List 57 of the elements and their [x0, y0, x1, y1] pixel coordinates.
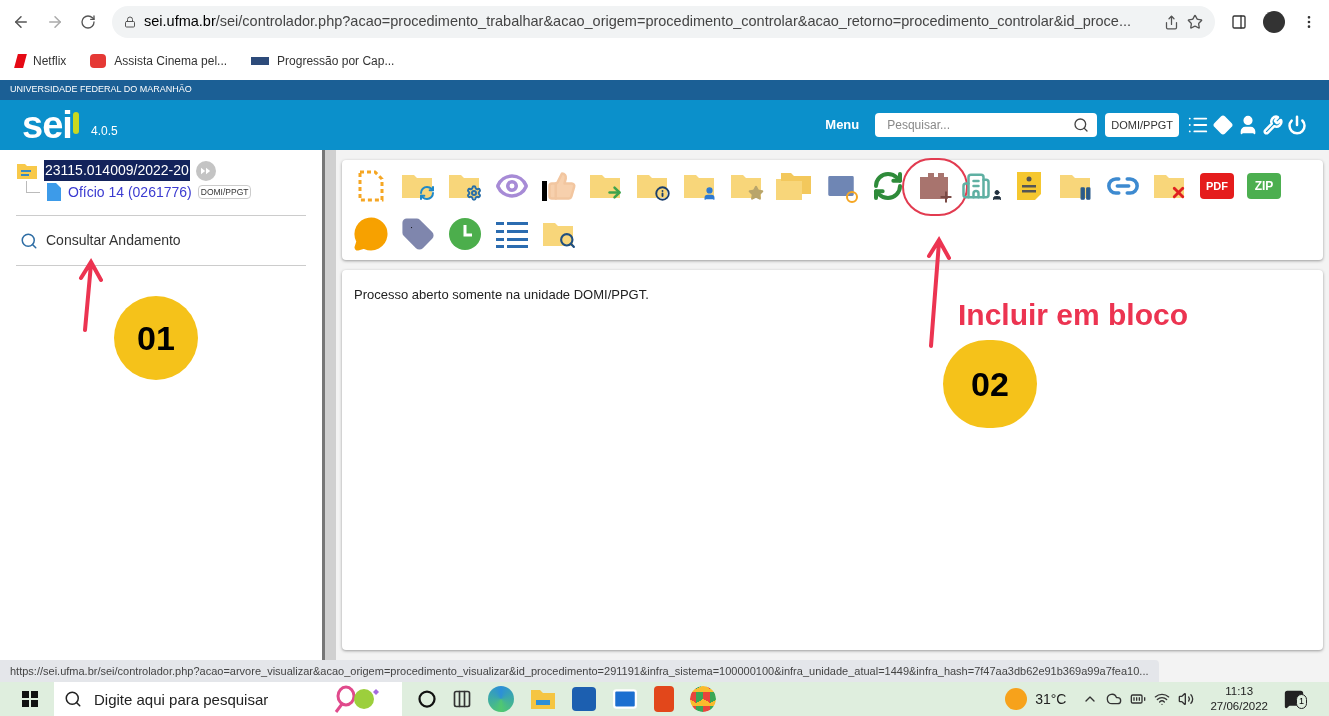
lock-icon	[124, 16, 136, 28]
menu-link[interactable]: Menu	[825, 115, 860, 135]
reload-icon[interactable]	[80, 14, 96, 30]
notification-button[interactable]: 1	[1284, 689, 1307, 709]
file-explorer-icon[interactable]	[530, 688, 556, 710]
side-panel-icon[interactable]	[1231, 14, 1247, 30]
back-icon[interactable]	[12, 13, 30, 31]
process-number[interactable]: 23115.014009/2022-20	[44, 160, 190, 181]
clock-icon[interactable]	[448, 217, 482, 251]
history-link[interactable]: Consultar Andamento	[46, 230, 181, 251]
bookmark-star-icon[interactable]	[1187, 14, 1203, 30]
url-text: sei.ufma.br/sei/controlador.php?acao=procedimento_trabalhar&acao_origem=procedimento_controlar&acao_retorno=procedimento_controlar&id_proce...	[144, 12, 1132, 32]
folder-icon	[16, 161, 38, 180]
share-icon[interactable]	[1164, 14, 1179, 30]
document-link[interactable]: Ofício 14 (0261776)	[68, 181, 192, 203]
address-bar[interactable]: sei.ufma.br/sei/controlador.php?acao=procedimento_trabalhar&acao_origem=procedimento_controlar&acao_retorno=procedimento_controlar&id_proce...	[112, 6, 1215, 38]
profile-avatar[interactable]	[1263, 11, 1285, 33]
status-message: Processo aberto somente na unidade DOMI/PPGT.	[354, 287, 649, 302]
tools-icon[interactable]	[1263, 115, 1283, 135]
status-url: https://sei.ufma.br/sei/controlador.php?acao=arvore_visualizar&acao_origem=procedimento_visualizar&id_procedimento=291191&infra_sistema=100000100&infra_unidade_atual=1449&infra_hash=7f47aa3db62e91b369a99a7fea10...	[0, 660, 1159, 682]
search-icon	[64, 690, 82, 708]
search-icon[interactable]	[1073, 117, 1090, 133]
tag-icon[interactable]	[401, 217, 435, 251]
search-field[interactable]: Pesquisar...	[875, 113, 1098, 137]
clock-time[interactable]: 11:13	[1225, 684, 1254, 699]
edge-icon[interactable]	[488, 686, 514, 712]
task-view-icon[interactable]	[452, 689, 472, 709]
volume-icon[interactable]	[1178, 691, 1195, 707]
sei-logo: sei	[22, 106, 79, 144]
bookmark-link[interactable]: Netflix	[16, 52, 67, 70]
temperature[interactable]: 31°C	[1035, 688, 1067, 710]
n-logo-icon	[14, 54, 27, 68]
cortana-icon[interactable]	[418, 690, 436, 708]
wifi-icon[interactable]	[1154, 691, 1171, 707]
clock-date[interactable]: 27/06/2022	[1210, 699, 1268, 714]
thumbs-up-icon[interactable]	[541, 171, 577, 201]
bookmark-link[interactable]: Assista Cinema pel...	[90, 52, 228, 70]
building-person-icon[interactable]	[961, 171, 1003, 201]
document-icon	[46, 182, 62, 202]
unit-tag: DOMI/PPGT	[197, 184, 252, 200]
annotation-caption: Incluir em bloco	[958, 297, 1189, 333]
windows-icon[interactable]	[22, 691, 38, 707]
list-icon[interactable]	[495, 219, 529, 249]
pane-splitter[interactable]	[322, 150, 336, 660]
pdf-icon[interactable]: PDF	[1200, 173, 1234, 199]
search-icon	[20, 231, 38, 250]
battery-icon[interactable]	[1130, 691, 1147, 707]
note-icon[interactable]	[1015, 170, 1043, 202]
sync-icon[interactable]	[872, 170, 904, 202]
unit-button[interactable]: DOMI/PPGT	[1105, 113, 1179, 137]
cloud-icon[interactable]	[1106, 691, 1123, 707]
institution-bar: UNIVERSIDADE FEDERAL DO MARANHÃO	[0, 80, 1329, 100]
version-label: 4.0.5	[91, 123, 118, 140]
block-plus-icon[interactable]	[918, 171, 952, 201]
power-icon[interactable]	[1287, 115, 1307, 135]
taskbar-search-field[interactable]: Digite aqui para pesquisar	[54, 682, 402, 716]
bookmark-link[interactable]: Progressão por Cap...	[251, 52, 395, 70]
